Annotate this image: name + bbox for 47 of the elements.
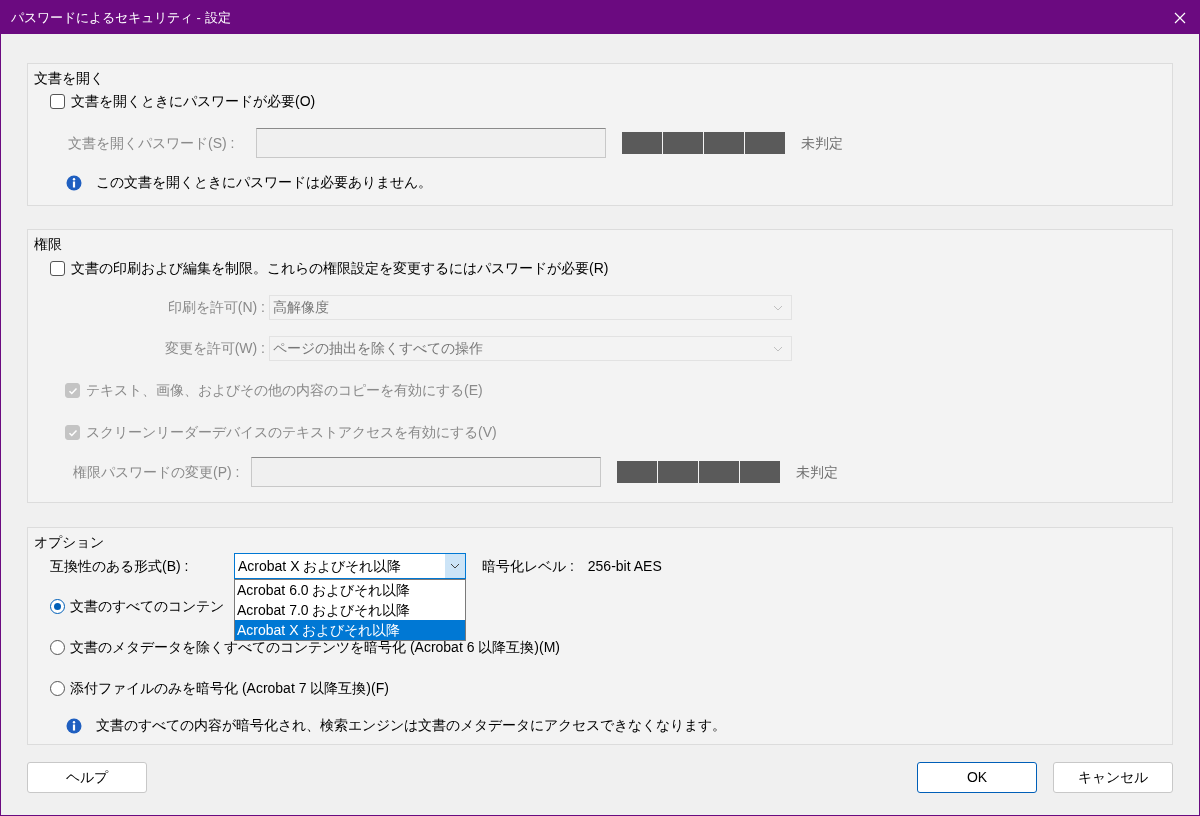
group-title: 文書を開く xyxy=(34,69,104,88)
help-button[interactable]: ヘルプ xyxy=(27,762,147,793)
strength-meter-icon xyxy=(617,461,781,483)
strength-text: 未判定 xyxy=(801,133,843,153)
dropdown-option[interactable]: Acrobat 6.0 およびそれ以降 xyxy=(235,580,465,600)
check-icon xyxy=(67,427,78,438)
strength-meter-icon xyxy=(622,132,786,154)
encryption-value: 256-bit AES xyxy=(587,556,662,576)
select-value: 高解像度 xyxy=(273,298,329,317)
checkbox-label: テキスト、画像、およびその他の内容のコピーを有効にする(E) xyxy=(86,381,483,400)
group-title: 権限 xyxy=(34,235,62,254)
dropdown-option[interactable]: Acrobat X およびそれ以降 xyxy=(235,620,465,640)
field-label: 文書を開くパスワード(S) : xyxy=(68,133,236,153)
radio-label: 文書のすべてのコンテン xyxy=(70,597,224,616)
group-title: オプション xyxy=(34,533,104,552)
radio-label: 添付ファイルのみを暗号化 (Acrobat 7 以降互換)(F) xyxy=(70,679,389,698)
info-icon xyxy=(66,174,82,191)
format-select[interactable]: Acrobat X およびそれ以降 xyxy=(234,553,466,579)
strength-text: 未判定 xyxy=(796,462,838,482)
ok-button[interactable]: OK xyxy=(917,762,1037,793)
checkbox-label: 文書を開くときにパスワードが必要(O) xyxy=(71,92,316,111)
info-text: この文書を開くときにパスワードは必要ありません。 xyxy=(96,173,432,192)
radio-label: 文書のメタデータを除くすべてのコンテンツを暗号化 (Acrobat 6 以降互換)(M) xyxy=(70,638,560,657)
info-icon xyxy=(66,717,82,734)
field-label: 互換性のある形式(B) : xyxy=(50,556,190,576)
checkbox[interactable] xyxy=(50,261,65,276)
cancel-button[interactable]: キャンセル xyxy=(1053,762,1173,793)
checkbox[interactable] xyxy=(50,94,65,109)
radio-button[interactable] xyxy=(50,640,65,655)
field-label: 暗号化レベル : xyxy=(482,556,574,576)
caret-icon xyxy=(773,345,783,352)
field-label: 変更を許可(W) : xyxy=(163,339,266,358)
radio-button[interactable] xyxy=(50,681,65,696)
checkbox-label: スクリーンリーダーデバイスのテキストアクセスを有効にする(V) xyxy=(86,423,497,442)
dropdown-option[interactable]: Acrobat 7.0 およびそれ以降 xyxy=(235,600,465,620)
info-text: 文書のすべての内容が暗号化され、検索エンジンは文書のメタデータにアクセスできなくなります。 xyxy=(96,716,726,735)
select-value: Acrobat X およびそれ以降 xyxy=(238,556,402,576)
close-icon[interactable] xyxy=(1174,11,1186,24)
field-label: 権限パスワードの変更(P) : xyxy=(73,462,241,482)
radio-button[interactable] xyxy=(50,599,65,614)
window-title: パスワードによるセキュリティ - 設定 xyxy=(11,8,231,27)
checkbox-label: 文書の印刷および編集を制限。これらの権限設定を変更するにはパスワードが必要(R) xyxy=(71,259,609,278)
select-value: ページの抽出を除くすべての操作 xyxy=(273,339,483,358)
check-icon xyxy=(67,385,78,396)
field-label: 印刷を許可(N) : xyxy=(166,298,266,317)
caret-icon xyxy=(773,304,783,311)
caret-icon xyxy=(450,563,460,569)
